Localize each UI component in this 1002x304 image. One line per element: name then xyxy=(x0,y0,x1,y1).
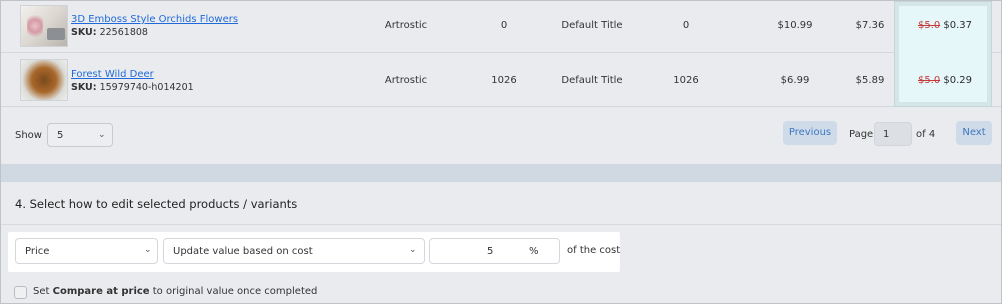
table-row[interactable]: 3D Emboss Style Orchids Flowers SKU: 225… xyxy=(1,1,1001,53)
show-label: Show xyxy=(15,130,42,141)
compare-at-price-checkbox[interactable] xyxy=(14,286,27,299)
method-select-value: Update value based on cost xyxy=(173,246,313,257)
quantity-cell: 0 xyxy=(682,20,690,31)
cost-cell: $5.89 xyxy=(855,75,885,86)
variant-cell: Default Title xyxy=(561,75,623,86)
pagination-bar: Show 5 ⌄ Previous Page 1 of 4 Next xyxy=(1,108,1001,164)
price-cell: $6.99 xyxy=(780,75,810,86)
amount-input[interactable]: 5 % xyxy=(429,238,560,264)
variant-cell: Default Title xyxy=(561,20,623,31)
section-divider xyxy=(1,224,1001,225)
amount-suffix: of the cost xyxy=(567,245,621,256)
section-divider-band xyxy=(1,164,1001,182)
compare-at-price-label: Set Compare at price to original value o… xyxy=(33,286,318,297)
new-value: $0.29 xyxy=(943,75,973,86)
product-name-link[interactable]: Forest Wild Deer xyxy=(71,69,154,80)
vendor-cell: Artrostic xyxy=(384,75,428,86)
product-thumbnail xyxy=(20,59,68,101)
edit-form-row: Price ⌄ Update value based on cost ⌄ 5 %… xyxy=(8,232,620,272)
percent-unit: % xyxy=(529,246,539,257)
edit-method-section: 4. Select how to edit selected products … xyxy=(1,182,1001,303)
field-select[interactable]: Price ⌄ xyxy=(15,238,158,264)
page-number-input[interactable]: 1 xyxy=(874,122,912,146)
app-frame: 3D Emboss Style Orchids Flowers SKU: 225… xyxy=(0,0,1002,304)
page-size-value: 5 xyxy=(57,130,64,141)
inventory-cell: 0 xyxy=(500,20,508,31)
vendor-cell: Artrostic xyxy=(384,20,428,31)
new-value: $0.37 xyxy=(943,20,973,31)
section-title: 4. Select how to edit selected products … xyxy=(15,197,298,211)
table-row[interactable]: Forest Wild Deer SKU: 15979740-h014201 A… xyxy=(1,53,1001,107)
page-total-label: of 4 xyxy=(916,129,936,140)
amount-value: 5 xyxy=(487,246,494,257)
new-value-cell: $5.0 $0.37 xyxy=(918,20,972,31)
chevron-down-icon: ⌄ xyxy=(409,245,417,255)
product-thumbnail xyxy=(20,5,68,47)
quantity-cell: 1026 xyxy=(673,75,699,86)
product-sku: SKU: 15979740-h014201 xyxy=(71,82,194,93)
price-cell: $10.99 xyxy=(777,20,813,31)
cost-cell: $7.36 xyxy=(855,20,885,31)
page-label: Page xyxy=(849,129,874,140)
inventory-cell: 1026 xyxy=(491,75,517,86)
old-value: $5.0 xyxy=(917,75,941,86)
page-size-select[interactable]: 5 ⌄ xyxy=(47,123,113,147)
chevron-down-icon: ⌄ xyxy=(98,130,106,140)
old-value: $5.0 xyxy=(917,20,941,31)
product-sku: SKU: 22561808 xyxy=(71,27,148,38)
product-name-link[interactable]: 3D Emboss Style Orchids Flowers xyxy=(71,14,238,25)
previous-button[interactable]: Previous xyxy=(783,121,837,145)
field-select-value: Price xyxy=(25,246,50,257)
method-select[interactable]: Update value based on cost ⌄ xyxy=(163,238,425,264)
new-value-cell: $5.0 $0.29 xyxy=(918,75,972,86)
next-button[interactable]: Next xyxy=(956,121,992,145)
chevron-down-icon: ⌄ xyxy=(144,245,152,255)
